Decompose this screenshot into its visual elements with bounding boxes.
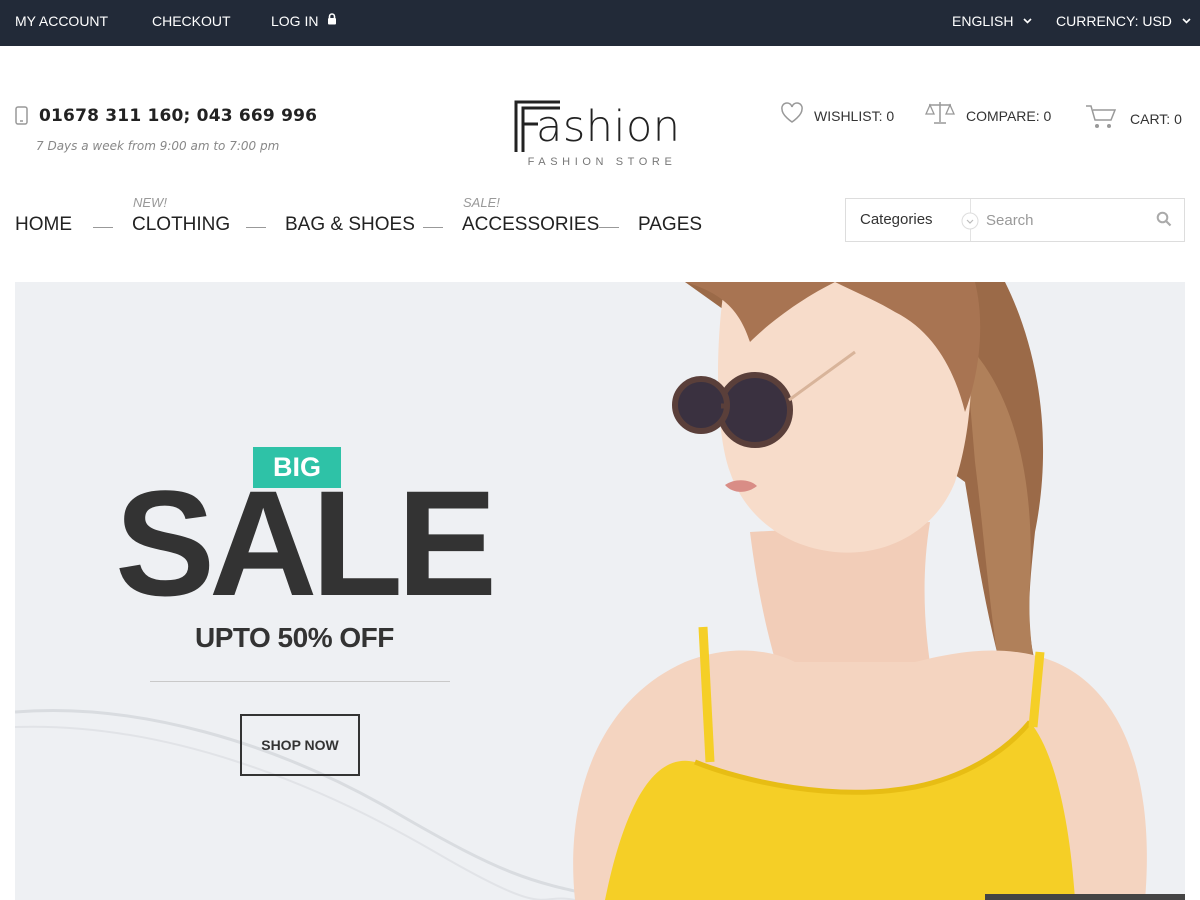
my-account-link[interactable]: MY ACCOUNT: [15, 13, 108, 29]
language-select[interactable]: ENGLISH: [952, 13, 1032, 29]
nav-separator: [93, 227, 113, 228]
chevron-down-icon: [961, 212, 979, 230]
login-label: LOG IN: [271, 13, 319, 29]
top-bar: MY ACCOUNT CHECKOUT LOG IN ENGLISH CURRE…: [0, 0, 1200, 46]
nav-home[interactable]: HOME: [15, 214, 72, 236]
model-image: [573, 282, 1147, 900]
compare-label: COMPARE: 0: [966, 108, 1052, 124]
slider-bar: [985, 894, 1185, 900]
discount-subheadline: UPTO 50% OFF: [195, 622, 394, 653]
compare-link[interactable]: COMPARE: 0: [925, 100, 1055, 132]
nav-separator: [599, 227, 619, 228]
chevron-down-icon: [1023, 18, 1032, 24]
nav-tag-new: NEW!: [133, 195, 167, 210]
opening-hours: 7 Days a week from 9:00 am to 7:00 pm: [36, 139, 280, 153]
nav-separator: [246, 227, 266, 228]
nav-bag-shoes[interactable]: BAG & SHOES: [285, 214, 415, 236]
category-label: Categories: [860, 211, 933, 228]
nav-separator: [423, 227, 443, 228]
shop-now-button[interactable]: SHOP NOW: [240, 714, 360, 776]
hero-divider: [150, 681, 450, 682]
sale-headline: SALE: [115, 459, 497, 627]
search-bar: Categories: [845, 198, 1185, 242]
currency-label: CURRENCY: USD: [1056, 13, 1172, 29]
wishlist-label: WISHLIST: 0: [814, 108, 895, 124]
nav-clothing[interactable]: CLOTHING: [132, 214, 230, 236]
cart-icon: [1086, 105, 1117, 128]
logo-wordmark: ashion: [536, 102, 681, 152]
category-select[interactable]: Categories: [846, 199, 979, 241]
nav-tag-sale: SALE!: [463, 195, 500, 210]
wishlist-link[interactable]: WISHLIST: 0: [780, 100, 895, 132]
lock-icon: [328, 13, 337, 25]
language-label: ENGLISH: [952, 13, 1014, 29]
cart-label: CART: 0: [1130, 111, 1182, 127]
logo-subtitle: FASHION STORE: [527, 156, 677, 168]
chevron-down-icon: [1182, 18, 1191, 24]
login-link[interactable]: LOG IN: [271, 13, 337, 29]
hero-banner: BIG SALE UPTO 50% OFF SHOP NOW: [15, 282, 1185, 900]
nav-pages[interactable]: PAGES: [638, 214, 702, 236]
store-logo[interactable]: ashion FASHION STORE: [510, 92, 695, 174]
search-input[interactable]: [986, 207, 1146, 233]
heart-icon: [781, 102, 803, 123]
checkout-link[interactable]: CHECKOUT: [152, 13, 231, 29]
cart-link[interactable]: CART: 0: [1085, 100, 1190, 132]
scale-icon: [925, 102, 955, 124]
phone-icon: [15, 106, 28, 125]
search-icon[interactable]: [1156, 211, 1172, 227]
currency-select[interactable]: CURRENCY: USD: [1056, 13, 1191, 29]
nav-accessories[interactable]: ACCESSORIES: [462, 214, 599, 236]
phone-number: 01678 311 160; 043 669 996: [39, 106, 318, 126]
